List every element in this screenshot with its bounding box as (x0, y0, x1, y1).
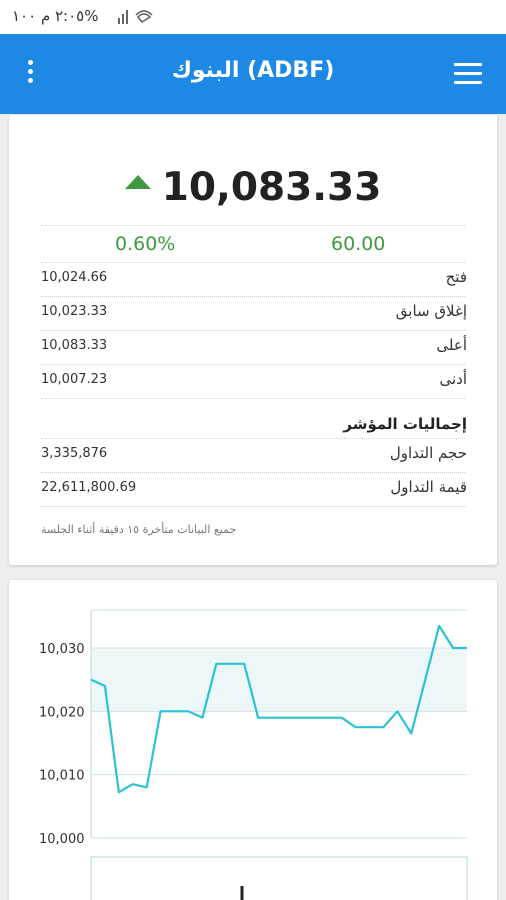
signal-wifi-icon (118, 10, 153, 24)
low-label: أدنى (439, 370, 467, 388)
open-value: 10,024.66 (41, 270, 108, 285)
divider (41, 330, 465, 331)
open-label: فتح (445, 268, 467, 286)
turnover-label: قيمة التداول (390, 478, 467, 496)
volume-panel (90, 856, 468, 900)
app-bar: البنوك (ADBF) (0, 34, 506, 114)
status-bar: ٢:٠٥ م ١٠٠% (0, 0, 506, 34)
up-arrow-icon (124, 174, 151, 189)
divider (41, 398, 465, 399)
page-title: البنوك (ADBF) (171, 58, 335, 83)
divider (41, 296, 465, 297)
y-tick-label: 10,010 (39, 769, 85, 784)
delay-note: جميع البيانات متأخرة ١٥ دقيقة أثناء الجل… (41, 523, 237, 536)
volume-label: حجم التداول (389, 444, 467, 462)
hamburger-menu-icon[interactable] (454, 63, 482, 85)
turnover-value: 22,611,800.69 (41, 480, 137, 495)
totals-heading: إجماليات المؤشر (343, 415, 467, 433)
volume-value: 3,335,876 (41, 446, 108, 461)
last-price: 10,083.33 (161, 165, 382, 210)
divider (41, 438, 465, 439)
quote-card: 10,083.33 0.60% 60.00 10,024.66 فتح 10,0… (9, 115, 497, 565)
divider (41, 506, 465, 507)
price-row: 10,083.33 (9, 165, 497, 210)
price-line-chart[interactable]: 10,000 10,010 10,020 10,030 (9, 580, 497, 900)
prev-close-label: إغلاق سابق (395, 302, 467, 320)
high-value: 10,083.33 (41, 338, 108, 353)
low-value: 10,007.23 (41, 372, 108, 387)
y-tick-label: 10,000 (39, 832, 85, 847)
chart-band (91, 648, 467, 712)
divider (41, 225, 465, 226)
y-tick-label: 10,030 (39, 642, 85, 657)
divider (41, 472, 465, 473)
divider (41, 262, 465, 263)
change-value: 60.00 (331, 233, 386, 255)
change-percent: 0.60% (115, 233, 176, 255)
status-time-battery: ٢:٠٥ م ١٠٠% (12, 7, 99, 25)
prev-close-value: 10,023.33 (41, 304, 108, 319)
divider (41, 364, 465, 365)
chart-card: 10,000 10,010 10,020 10,030 (9, 580, 497, 900)
y-tick-label: 10,020 (39, 705, 85, 720)
high-label: أعلى (436, 336, 467, 354)
